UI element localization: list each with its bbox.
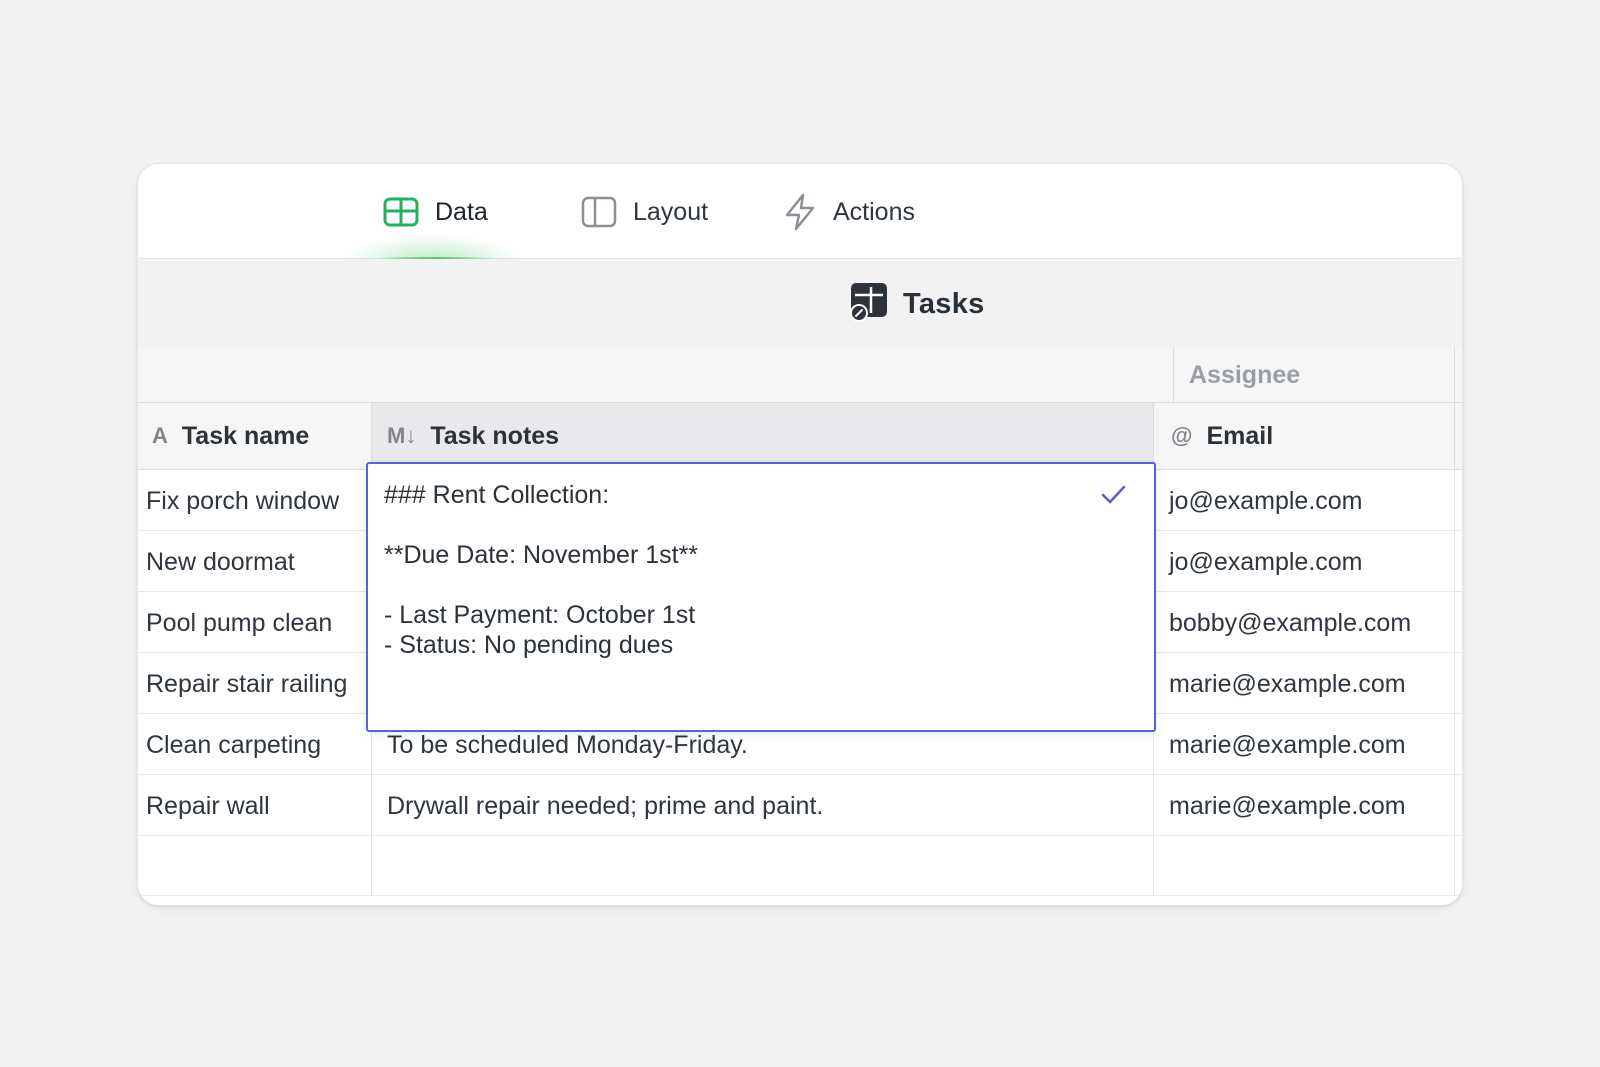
column-header-email[interactable]: @ Email	[1153, 403, 1455, 469]
editor-line: - Last Payment: October 1st	[384, 601, 696, 629]
cell-email[interactable]: marie@example.com	[1153, 714, 1455, 774]
cell-empty[interactable]	[371, 836, 1153, 896]
column-header-task-name[interactable]: A Task name	[138, 403, 371, 469]
cell-task-name[interactable]: Repair stair railing	[138, 653, 371, 713]
column-header-label: Task name	[181, 421, 310, 450]
column-header-label: Task notes	[430, 421, 560, 450]
tab-layout-label: Layout	[633, 197, 709, 226]
table-title-bar: Tasks	[138, 259, 1462, 347]
table-row[interactable]: Repair wall Drywall repair needed; prime…	[138, 775, 1462, 836]
cell-empty[interactable]	[1153, 836, 1455, 896]
cell-task-notes[interactable]: Drywall repair needed; prime and paint.	[371, 775, 1153, 835]
lightning-icon	[783, 193, 817, 231]
top-tab-bar: Data Layout Actions	[138, 164, 1462, 260]
column-group-row: Assignee	[138, 347, 1462, 402]
cell-task-name[interactable]: New doormat	[138, 531, 371, 591]
tab-actions[interactable]: Actions	[783, 192, 915, 232]
editor-line: - Status: No pending dues	[384, 631, 674, 659]
tab-actions-label: Actions	[833, 197, 915, 226]
layout-icon	[581, 196, 617, 228]
app-card: Data Layout Actions Tasks Assignee A Tas…	[137, 163, 1463, 906]
cell-task-name[interactable]: Repair wall	[138, 775, 371, 835]
table-title[interactable]: Tasks	[849, 281, 985, 328]
email-type-icon: @	[1171, 423, 1193, 448]
column-header-task-notes[interactable]: M↓ Task notes	[371, 403, 1153, 469]
cell-task-name[interactable]: Pool pump clean	[138, 592, 371, 652]
text-type-icon: A	[152, 423, 168, 448]
table-icon	[383, 197, 419, 227]
column-header-label: Email	[1206, 421, 1274, 450]
editor-line: **Due Date: November 1st**	[384, 541, 699, 569]
tab-data-label: Data	[435, 197, 488, 226]
markdown-icon: M↓	[387, 423, 417, 448]
task-notes-editor[interactable]: ### Rent Collection: **Due Date: Novembe…	[366, 462, 1156, 732]
cell-email[interactable]: jo@example.com	[1153, 470, 1455, 530]
cell-task-name[interactable]: Fix porch window	[138, 470, 371, 530]
cell-email[interactable]: marie@example.com	[1153, 653, 1455, 713]
cell-task-name[interactable]: Clean carpeting	[138, 714, 371, 774]
tab-data[interactable]: Data	[383, 192, 488, 232]
group-header-assignee[interactable]: Assignee	[1173, 347, 1455, 402]
editor-line: ### Rent Collection:	[384, 481, 610, 509]
empty-new-row[interactable]	[138, 836, 1462, 896]
column-header-row: A Task name M↓ Task notes @ Email	[138, 402, 1462, 470]
cell-email[interactable]: jo@example.com	[1153, 531, 1455, 591]
tab-layout[interactable]: Layout	[581, 192, 708, 232]
table-app-icon	[849, 281, 889, 328]
cell-email[interactable]: bobby@example.com	[1153, 592, 1455, 652]
cell-email[interactable]: marie@example.com	[1153, 775, 1455, 835]
table-title-text: Tasks	[903, 287, 985, 320]
cell-empty[interactable]	[138, 836, 371, 896]
checkmark-icon[interactable]	[1098, 480, 1128, 510]
